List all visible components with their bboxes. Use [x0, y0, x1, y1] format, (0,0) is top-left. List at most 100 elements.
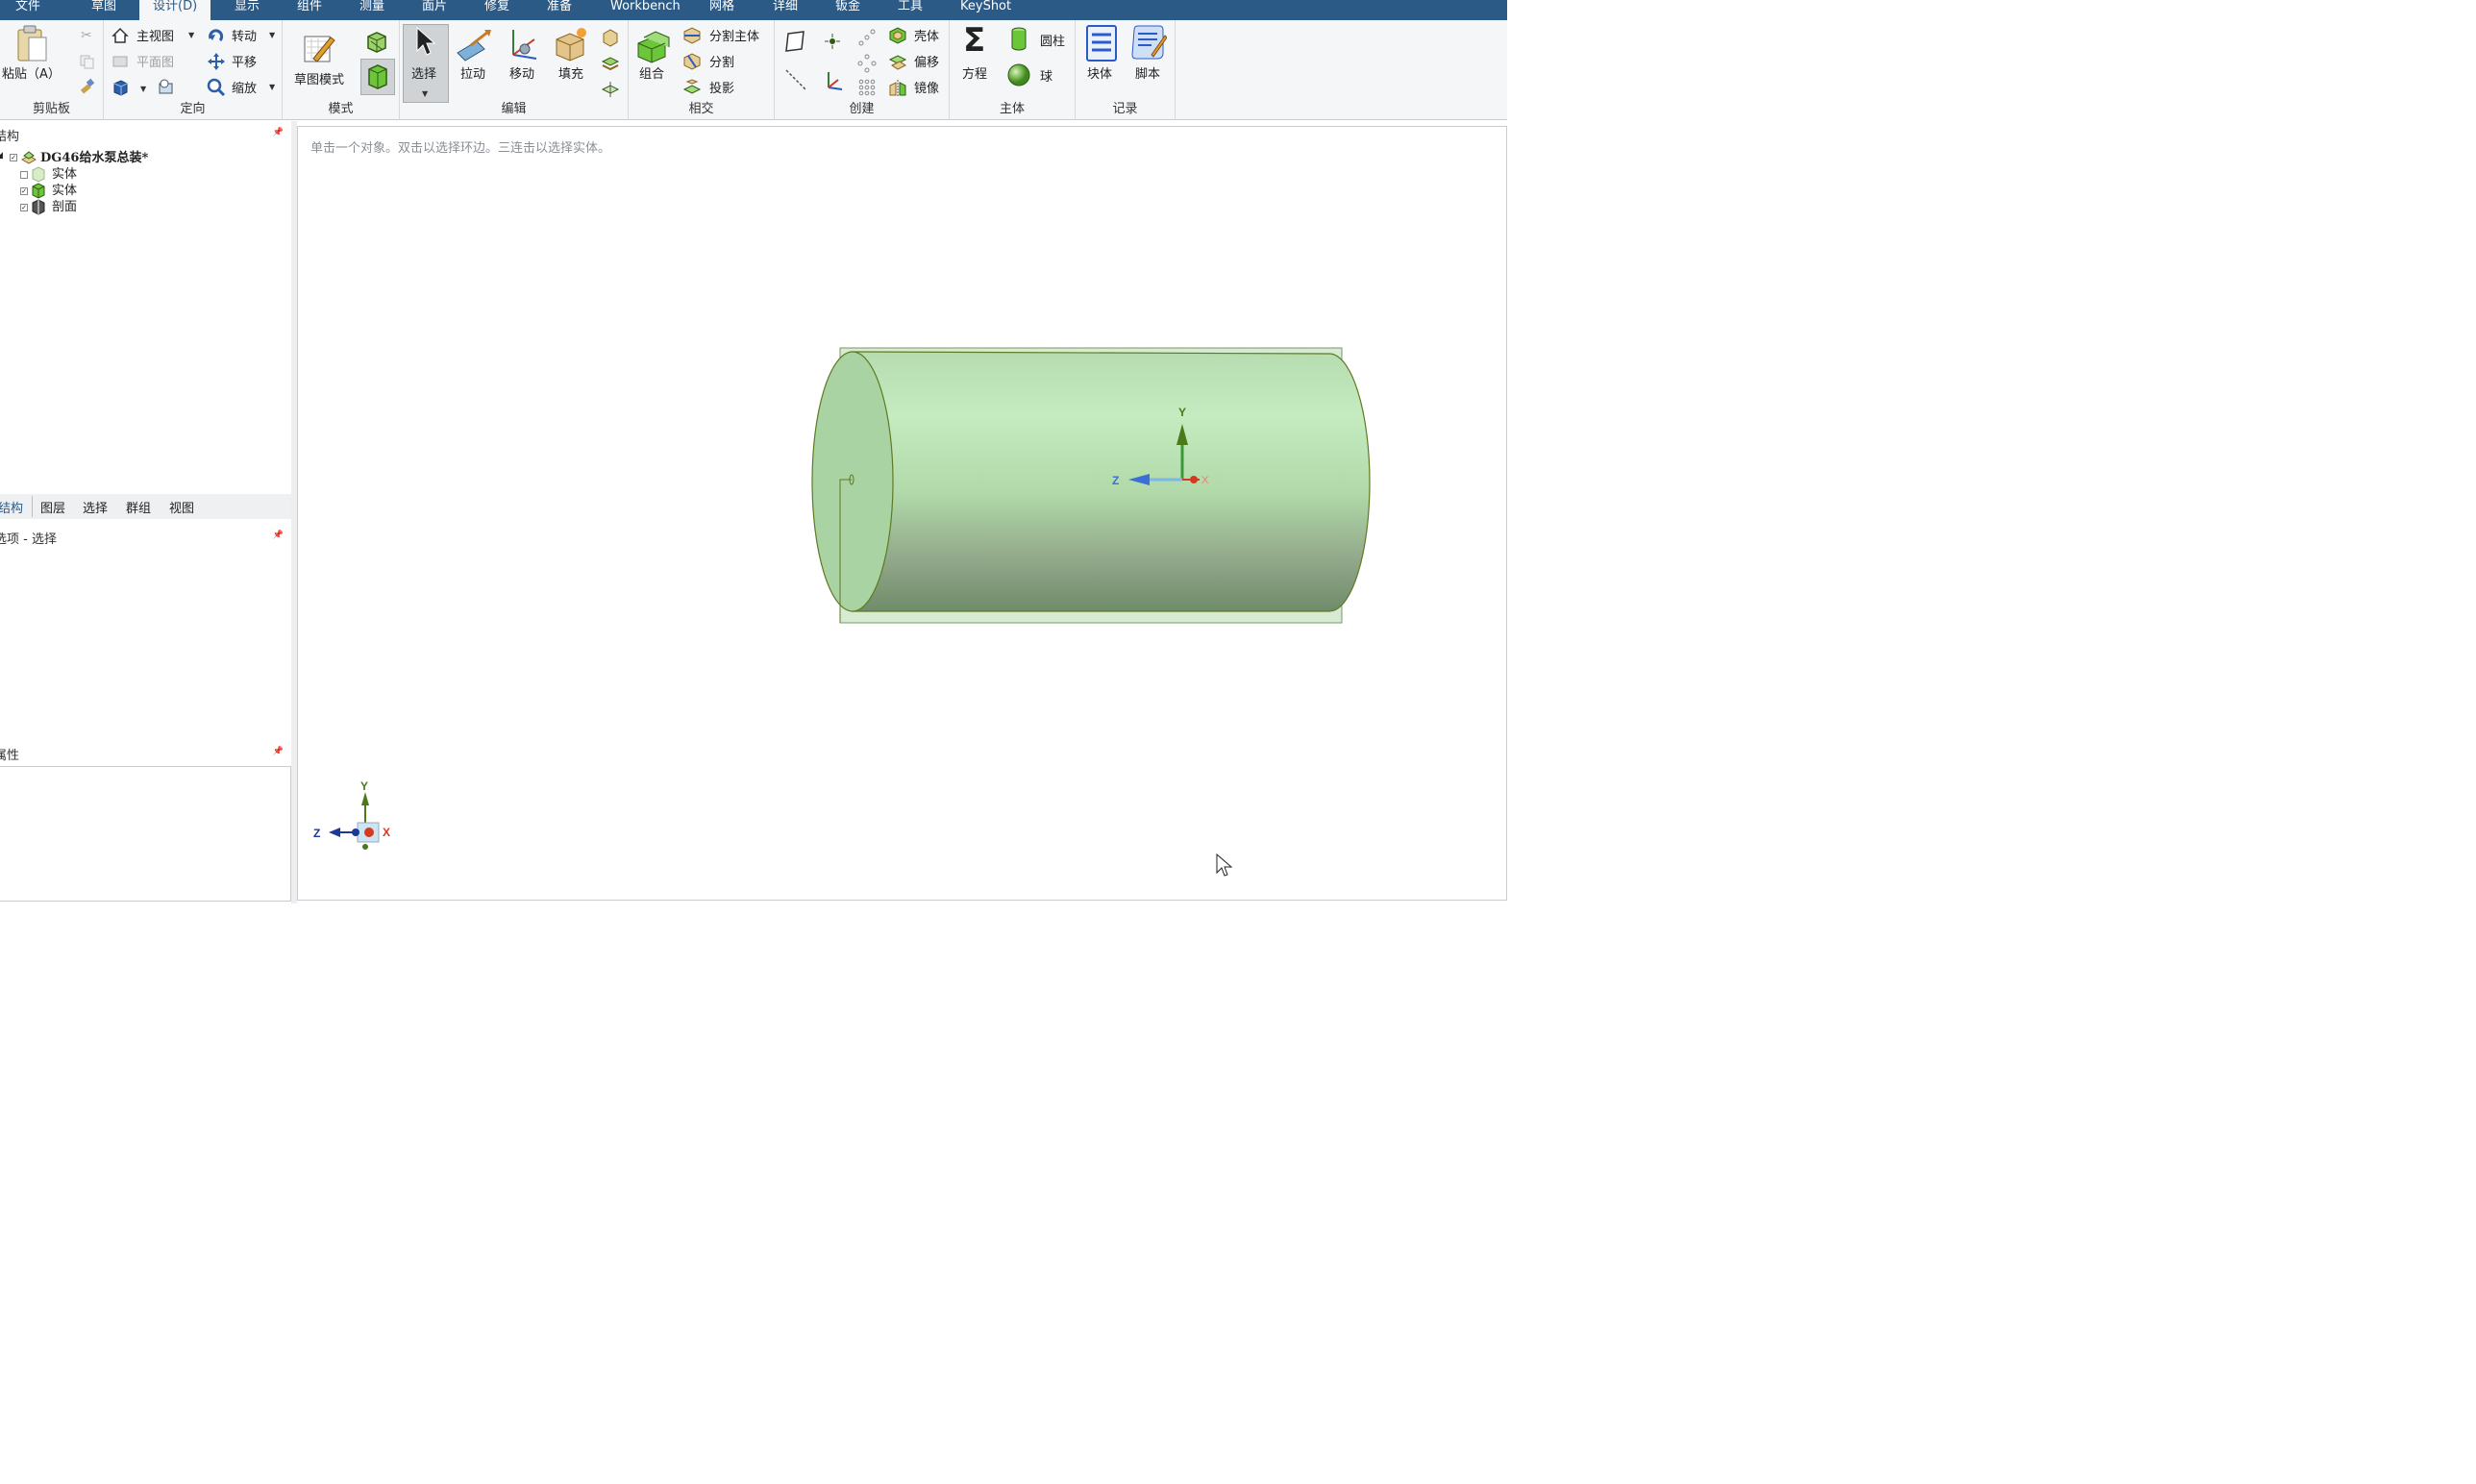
menu-keyshot[interactable]: KeyShot: [960, 0, 1011, 20]
section-mode-icon[interactable]: [365, 30, 388, 55]
menu-tools[interactable]: 工具: [898, 0, 923, 20]
chevron-down-icon[interactable]: ▼: [140, 85, 146, 93]
tweak-face-icon[interactable]: [601, 80, 620, 99]
format-painter-icon[interactable]: [79, 78, 96, 95]
point-icon[interactable]: [823, 32, 842, 51]
tree-item[interactable]: 剖面: [52, 199, 77, 215]
layout-icon[interactable]: [157, 78, 176, 97]
tree-root[interactable]: DG46给水泵总装*: [40, 150, 148, 166]
offset-button[interactable]: 偏移: [914, 52, 939, 70]
block-button[interactable]: 块体: [1087, 63, 1112, 82]
menu-file[interactable]: 文件: [15, 0, 40, 20]
chevron-down-icon[interactable]: ▼: [269, 31, 275, 39]
pull-button[interactable]: 拉动: [460, 63, 485, 82]
offset-icon: [888, 55, 907, 70]
tree-checkbox[interactable]: ✓: [20, 204, 28, 211]
plane-icon[interactable]: [784, 30, 805, 53]
tree-item[interactable]: 实体: [52, 166, 77, 183]
sphere-button[interactable]: 球: [1040, 66, 1052, 85]
cylinder-button[interactable]: 圆柱: [1040, 31, 1065, 49]
menu-design[interactable]: 设计(D): [139, 0, 211, 20]
layers-icon[interactable]: [601, 54, 620, 73]
chevron-down-icon[interactable]: ▼: [269, 83, 275, 91]
block-recording-icon[interactable]: [1085, 24, 1118, 62]
fill-button[interactable]: 填充: [558, 63, 583, 82]
tab-structure[interactable]: 结构: [0, 498, 23, 516]
menu-prepare[interactable]: 准备: [547, 0, 572, 20]
properties-panel-header: 属性 📌: [0, 743, 291, 764]
combine-icon[interactable]: [634, 26, 673, 64]
cut-icon[interactable]: ✂: [81, 28, 92, 43]
view-cube-icon[interactable]: [111, 79, 129, 96]
sketch-mode-button[interactable]: 草图模式: [294, 69, 344, 87]
cylinder-end-face[interactable]: [811, 351, 894, 612]
view-triad[interactable]: Y Z X: [308, 779, 404, 855]
triad-y-label: Y: [360, 779, 368, 793]
script-button[interactable]: 脚本: [1135, 63, 1160, 82]
root-checkbox[interactable]: ✓: [10, 154, 17, 161]
pin-icon[interactable]: 📌: [273, 128, 284, 137]
menu-assembly[interactable]: 组件: [297, 0, 322, 20]
replace-icon[interactable]: [601, 28, 620, 47]
local-coordinate-axes[interactable]: Y Z X: [1105, 401, 1221, 497]
group-orient: 主视图 ▼ 平面图 ▼ 转动 ▼ 平移 缩放 ▼ 定向: [104, 20, 283, 120]
plan-view-button[interactable]: 平面图: [136, 52, 174, 70]
pan-button[interactable]: 平移: [232, 52, 257, 70]
tree-checkbox[interactable]: ✓: [20, 187, 28, 195]
graphics-viewport[interactable]: 单击一个对象。双击以选择环边。三连击以选择实体。 Y Z X Y Z X: [297, 126, 1507, 901]
tab-groups[interactable]: 群组: [126, 498, 151, 516]
menu-measure[interactable]: 测量: [359, 0, 384, 20]
copy-icon[interactable]: [79, 54, 94, 69]
cylinder-model[interactable]: [798, 338, 1374, 627]
paste-icon[interactable]: [15, 24, 50, 64]
tab-selection[interactable]: 选择: [83, 498, 108, 516]
menu-display[interactable]: 显示: [235, 0, 260, 20]
menu-detail[interactable]: 详细: [773, 0, 798, 20]
pull-icon[interactable]: [456, 28, 492, 62]
tab-divider: [32, 496, 33, 517]
sketch-mode-icon[interactable]: [302, 32, 336, 66]
tab-layers[interactable]: 图层: [40, 498, 65, 516]
tree-checkbox[interactable]: [20, 171, 28, 179]
menu-workbench[interactable]: Workbench: [610, 0, 681, 20]
menu-repair[interactable]: 修复: [484, 0, 509, 20]
menu-sketch[interactable]: 草图: [91, 0, 116, 20]
combine-button[interactable]: 组合: [639, 63, 664, 82]
rotate-button[interactable]: 转动: [232, 26, 257, 44]
line-icon[interactable]: [784, 68, 807, 91]
mirror-button[interactable]: 镜像: [914, 78, 939, 96]
project-button[interactable]: 投影: [709, 78, 734, 96]
paste-button[interactable]: 粘贴（A）: [2, 63, 61, 82]
menu-facets[interactable]: 面片: [422, 0, 447, 20]
move-icon[interactable]: [506, 26, 540, 62]
home-view-button[interactable]: 主视图: [136, 26, 174, 44]
shell-button[interactable]: 壳体: [914, 26, 939, 44]
split-button[interactable]: 分割: [709, 52, 734, 70]
menu-sheetmetal[interactable]: 钣金: [835, 0, 860, 20]
tab-views[interactable]: 视图: [169, 498, 194, 516]
fill-icon[interactable]: [553, 26, 589, 62]
pin-icon[interactable]: 📌: [273, 531, 284, 540]
structure-title: 结构: [0, 130, 20, 144]
tree-item[interactable]: 实体: [52, 183, 77, 199]
axis-x-label: X: [1201, 475, 1209, 486]
options-title: 选项 - 选择: [0, 532, 57, 547]
split-body-button[interactable]: 分割主体: [709, 26, 759, 44]
chevron-down-icon[interactable]: ▼: [422, 89, 428, 98]
group-body: Σ 方程 圆柱 球 主体: [950, 20, 1076, 120]
move-button[interactable]: 移动: [509, 63, 534, 82]
mouse-cursor-icon: [1216, 853, 1233, 877]
grid-pattern-icon[interactable]: [857, 78, 877, 97]
tree-expand-icon[interactable]: ◢: [0, 151, 3, 161]
zoom-button[interactable]: 缩放: [232, 78, 257, 96]
chevron-down-icon[interactable]: ▼: [188, 31, 194, 39]
sigma-icon[interactable]: Σ: [963, 21, 985, 60]
ribbon: 粘贴（A） ✂ 剪贴板 主视图 ▼ 平面图 ▼ 转动 ▼ 平移 缩放 ▼ 定向 …: [0, 20, 1507, 120]
origin-icon[interactable]: [823, 70, 844, 93]
equation-button[interactable]: 方程: [962, 63, 987, 82]
circular-pattern-icon[interactable]: [857, 54, 877, 73]
script-icon[interactable]: [1130, 24, 1167, 62]
menu-mesh[interactable]: 网格: [709, 0, 734, 20]
pin-icon[interactable]: 📌: [273, 747, 284, 756]
linear-pattern-icon[interactable]: [857, 28, 877, 47]
